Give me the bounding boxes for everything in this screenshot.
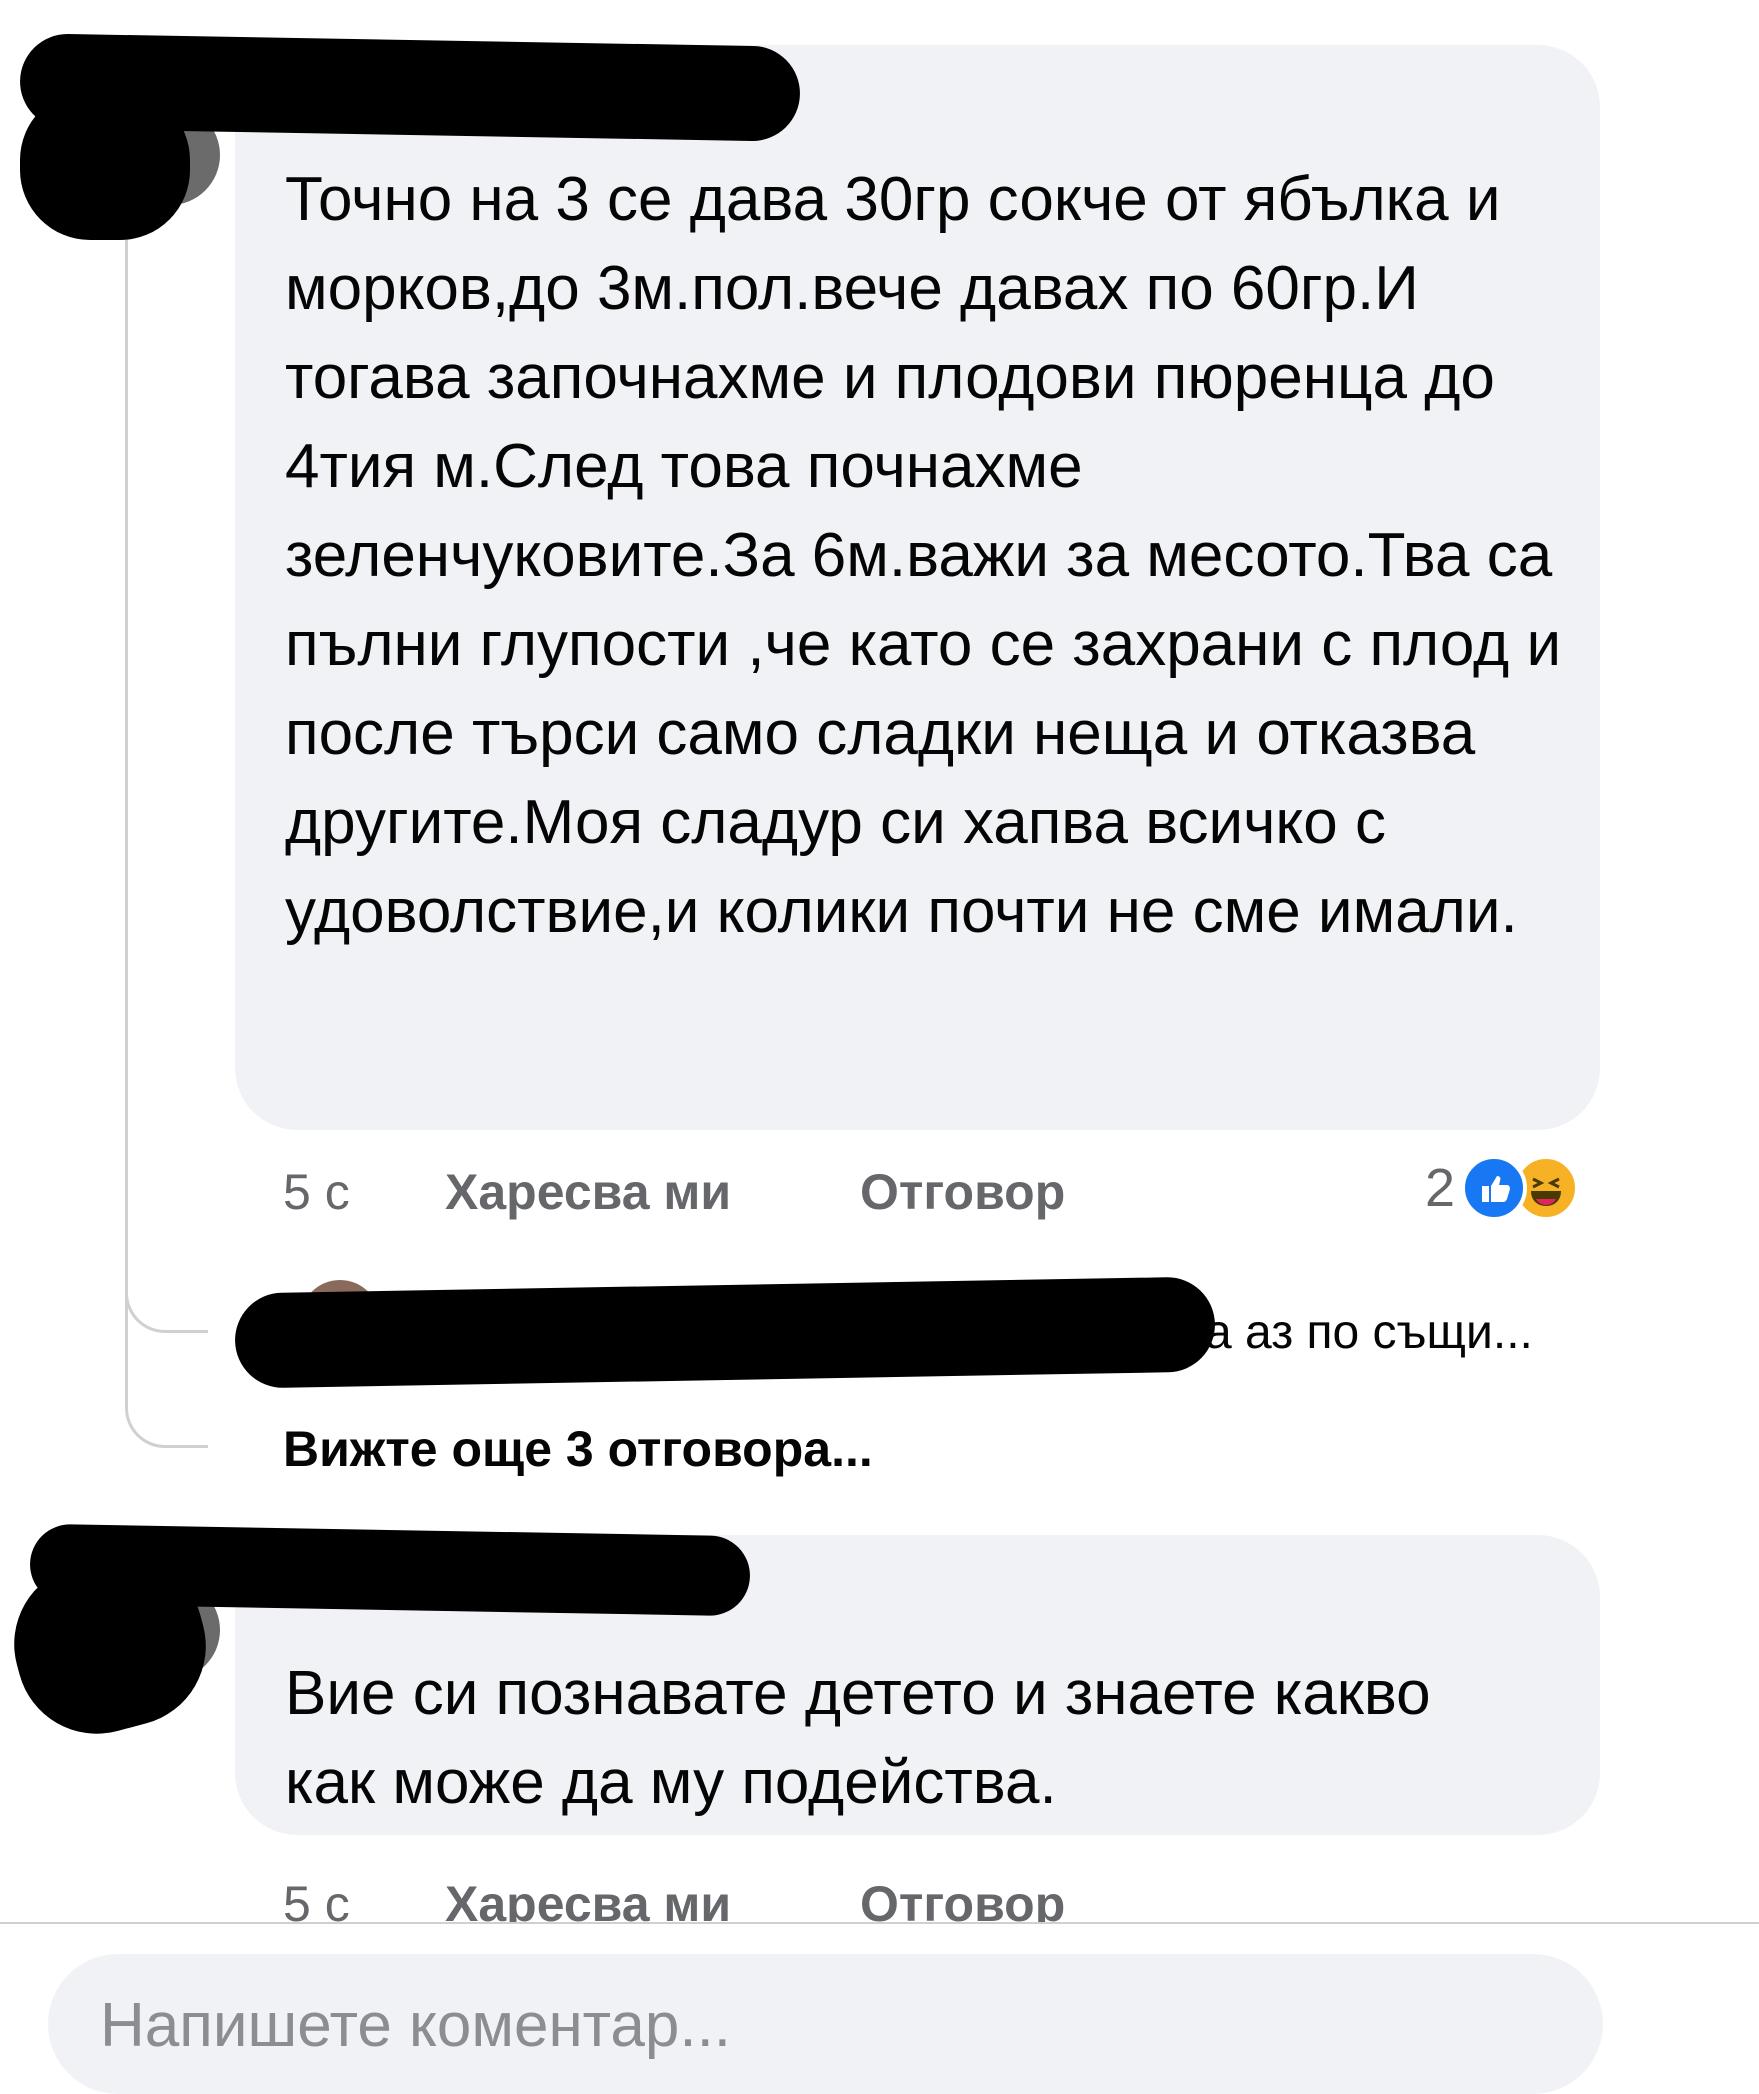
comment-input-placeholder: Напишете коментар... — [100, 1991, 732, 2060]
redaction-mark — [234, 1276, 1216, 1389]
comment-text: Вие си познавате детето и знаете какво к… — [285, 1659, 1431, 1817]
reply-button[interactable]: Отговор — [860, 1163, 1065, 1221]
comment-time[interactable]: 5 с — [283, 1163, 350, 1221]
comment-1: Моника Гечевска Точно на 3 се дава 30гр … — [0, 0, 1759, 1500]
more-replies-link[interactable]: Вижте още 3 отговора... — [283, 1420, 873, 1478]
comment-bubble: Моника Гечевска Точно на 3 се дава 30гр … — [235, 45, 1600, 1130]
reaction-count: 2 — [1425, 1158, 1456, 1218]
reply-preview[interactable]: а аз по същи... — [1205, 1305, 1533, 1360]
redaction-mark — [20, 90, 190, 240]
comment-input[interactable]: Напишете коментар... — [48, 1954, 1603, 2094]
reactions-summary[interactable]: 2 — [1425, 1155, 1580, 1221]
comment-2: Вие си познавате детето и знаете какво к… — [0, 1500, 1759, 1932]
like-icon — [1461, 1155, 1528, 1221]
like-button[interactable]: Харесва ми — [445, 1163, 731, 1221]
thread-connector — [125, 210, 208, 1448]
composer-area: Напишете коментар... — [0, 1922, 1759, 2094]
comment-text: Точно на 3 се дава 30гр сокче от ябълка … — [285, 165, 1562, 946]
